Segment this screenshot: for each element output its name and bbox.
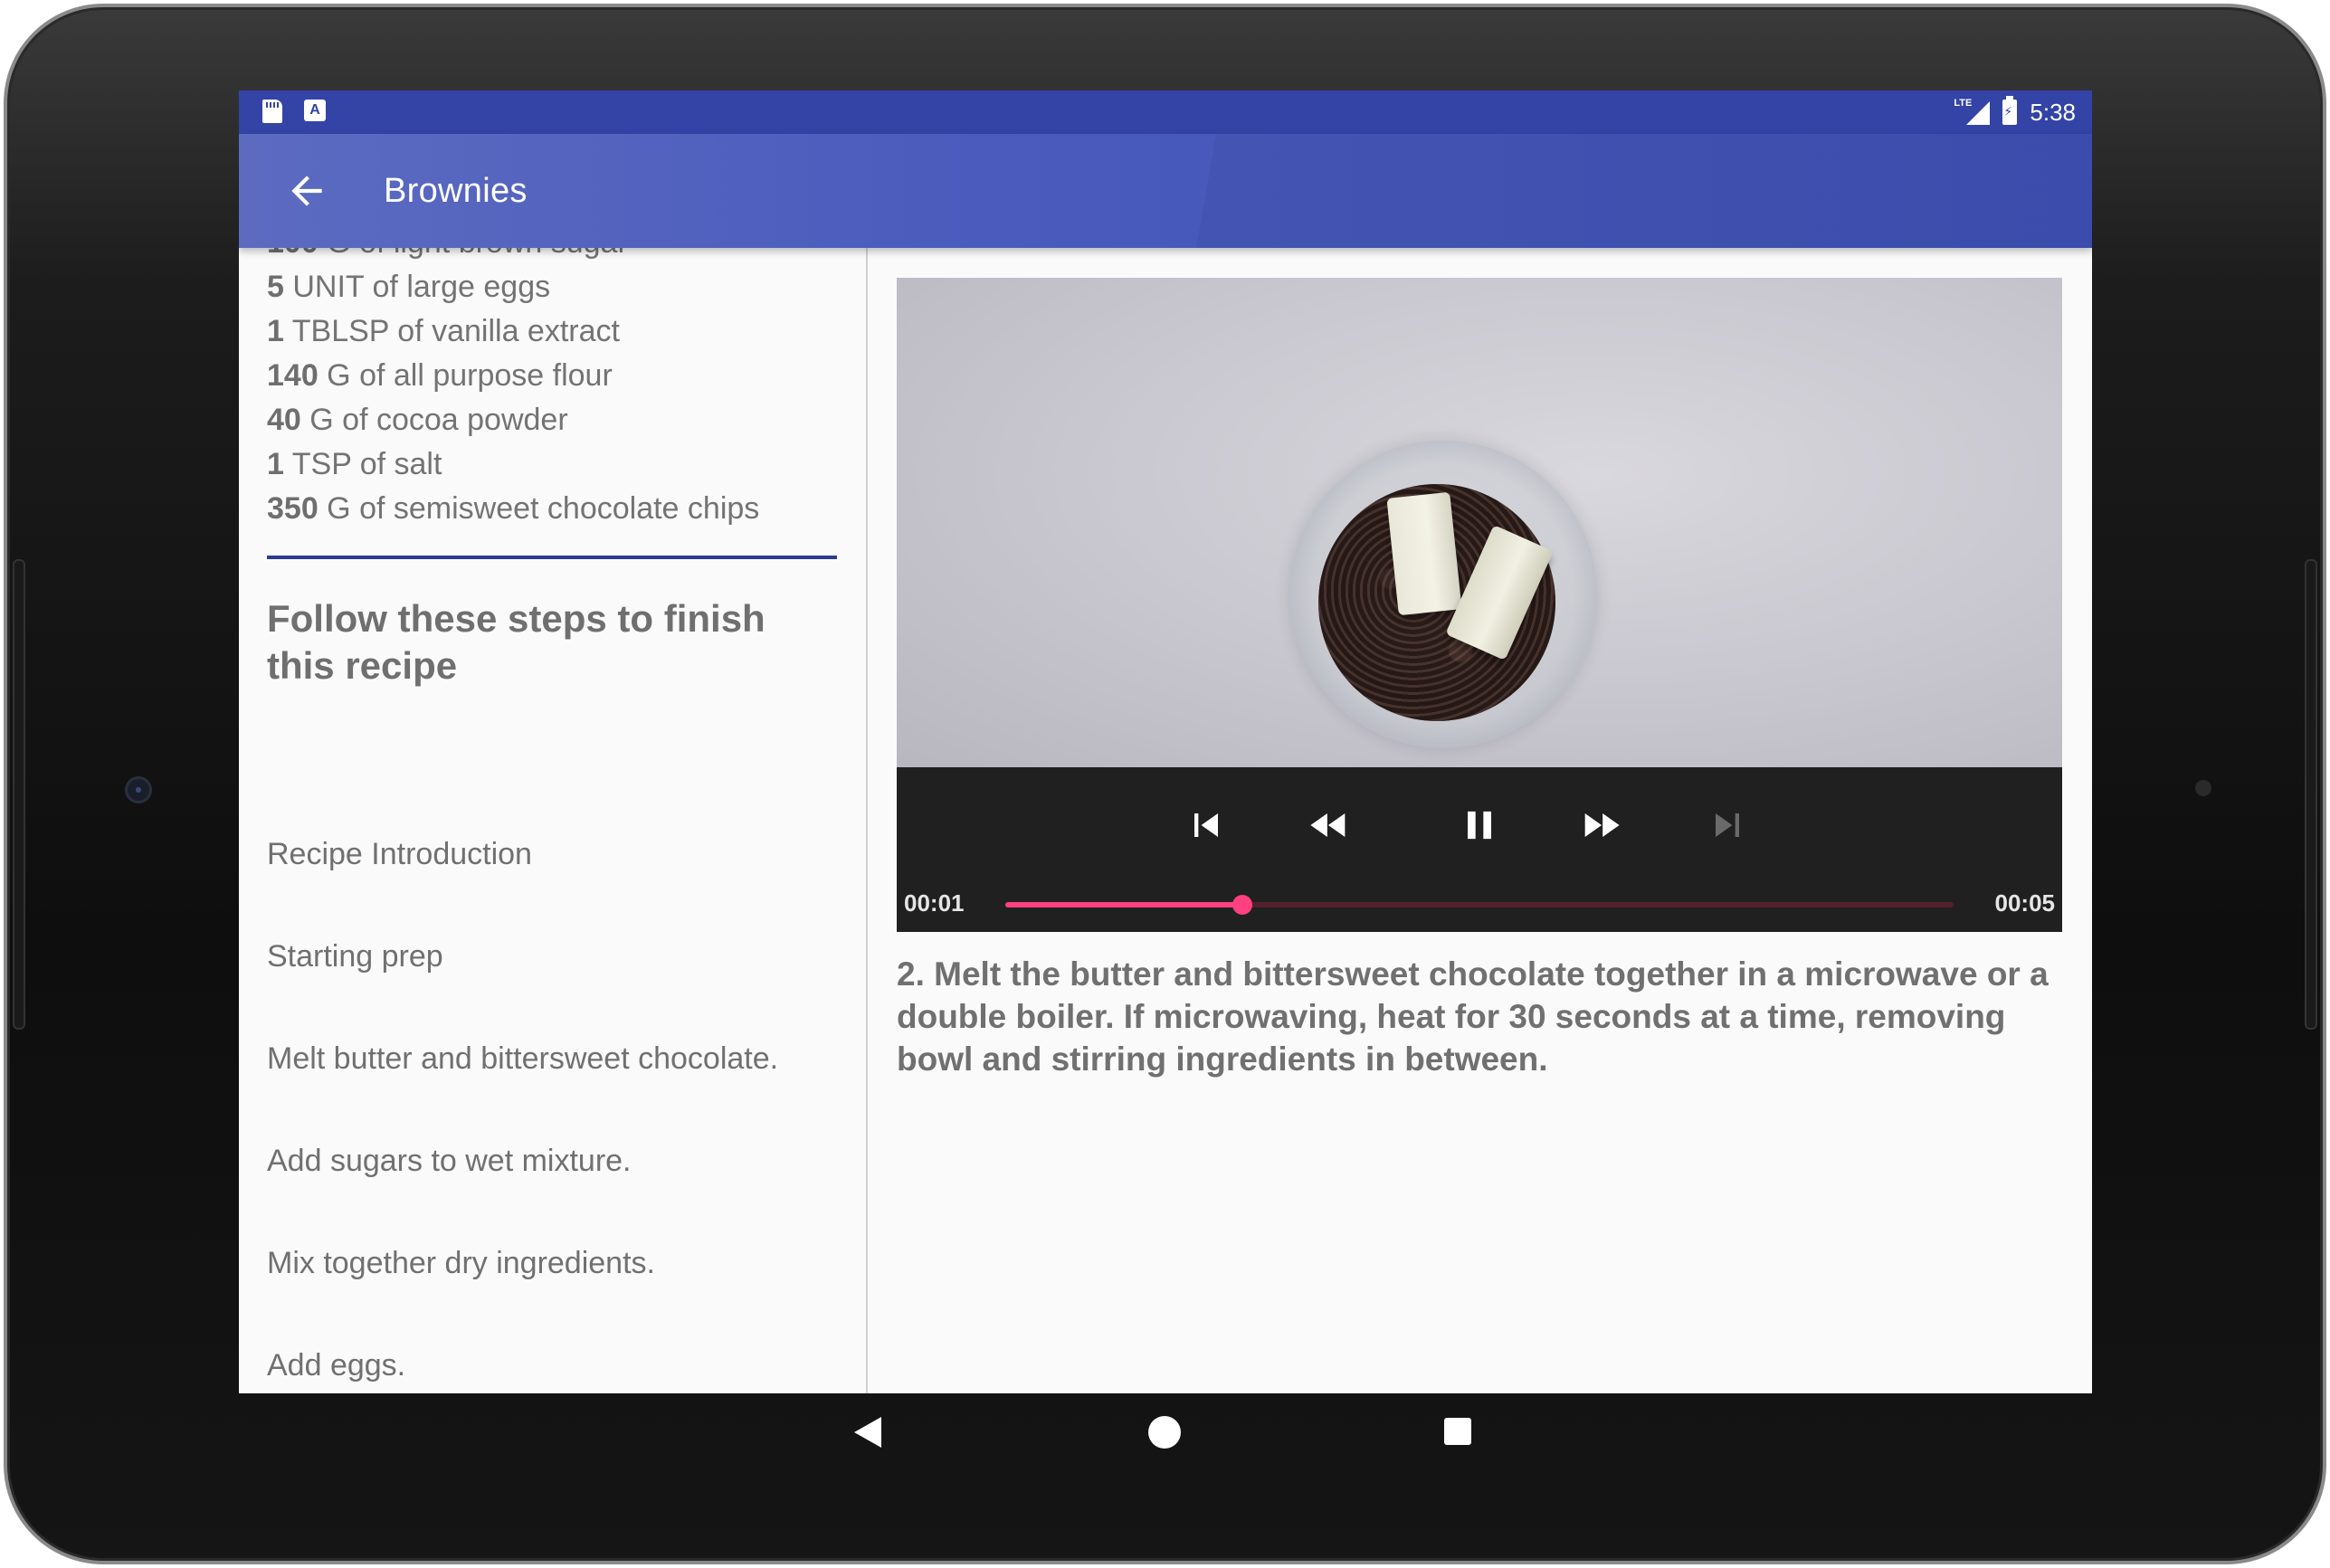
page-title: Brownies: [384, 172, 528, 210]
a-icon: A: [304, 100, 326, 121]
butter-stick-image: [1386, 491, 1462, 616]
steps-heading: Follow these steps to finish this recipe: [267, 597, 766, 687]
status-time: 5:38: [2030, 98, 2076, 126]
duration-time: 00:05: [1994, 889, 2056, 917]
front-camera: [125, 776, 152, 803]
video-frame[interactable]: [897, 278, 2062, 767]
fast-forward-button[interactable]: [1577, 802, 1624, 849]
ingredient-quantity: 100: [267, 248, 319, 260]
seek-bar[interactable]: [1005, 895, 1954, 915]
ingredient-quantity: 1: [267, 314, 284, 348]
nav-recents-icon[interactable]: [1444, 1418, 1471, 1445]
pause-button[interactable]: [1456, 802, 1503, 849]
sd-card-icon: [262, 100, 282, 123]
status-bar: A LTE 5:38: [239, 90, 2092, 134]
recipe-detail-list[interactable]: 100 G of light brown sugar5 UNIT of larg…: [239, 248, 866, 1393]
proximity-sensor: [2195, 780, 2211, 796]
ingredients-list: 100 G of light brown sugar5 UNIT of larg…: [267, 248, 759, 531]
ingredient-text: G of all purpose flour: [318, 358, 613, 393]
app-toolbar: Brownies: [239, 134, 2092, 248]
step-list-item[interactable]: Starting prep: [267, 938, 778, 1041]
ingredient-item: 350 G of semisweet chocolate chips: [267, 487, 759, 531]
ingredient-text: G of light brown sugar: [319, 248, 628, 260]
ingredient-item: 40 G of cocoa powder: [267, 398, 759, 442]
system-nav-bar: [239, 1393, 2092, 1478]
video-player[interactable]: 00:01 00:05: [897, 278, 2062, 932]
rewind-button[interactable]: [1306, 802, 1353, 849]
step-list-item[interactable]: Add eggs.: [267, 1347, 778, 1393]
ingredient-quantity: 1: [267, 447, 284, 481]
skip-previous-icon: [1194, 813, 1218, 837]
pause-icon: [1468, 811, 1491, 840]
arrow-back-icon: [291, 176, 322, 206]
player-controls: 00:01 00:05: [897, 767, 2062, 932]
ingredient-text: TSP of salt: [283, 447, 442, 481]
ingredient-item: 140 G of all purpose flour: [267, 354, 759, 398]
ingredient-quantity: 40: [267, 403, 301, 437]
ingredient-text: TBLSP of vanilla extract: [283, 314, 620, 348]
ingredient-item: 1 TBLSP of vanilla extract: [267, 309, 759, 354]
battery-charging-icon: [2002, 96, 2018, 125]
steps-list: Recipe Introduction Starting prep Melt but…: [267, 836, 778, 1393]
step-list-item[interactable]: Mix together dry ingredients.: [267, 1245, 778, 1347]
ingredient-item: 100 G of light brown sugar: [267, 248, 759, 265]
side-speaker-right: [2305, 559, 2317, 1030]
seek-thumb[interactable]: [1232, 895, 1252, 915]
lte-signal-icon: LTE: [1954, 98, 1991, 125]
ingredient-text: UNIT of large eggs: [283, 270, 551, 304]
fast-forward-icon: [1584, 813, 1620, 837]
nav-back-icon[interactable]: [854, 1417, 881, 1448]
side-speaker-left: [13, 559, 25, 1030]
nav-home-icon[interactable]: [1148, 1416, 1181, 1449]
ingredient-text: G of semisweet chocolate chips: [318, 491, 760, 526]
ingredient-quantity: 350: [267, 491, 319, 526]
step-list-item[interactable]: Melt butter and bittersweet chocolate.: [267, 1041, 778, 1143]
step-list-item[interactable]: Recipe Introduction: [267, 836, 778, 938]
current-time: 00:01: [904, 889, 965, 917]
section-divider: [267, 556, 837, 559]
skip-next-button[interactable]: [1704, 802, 1751, 849]
ingredient-quantity: 5: [267, 270, 284, 304]
rewind-icon: [1310, 813, 1346, 837]
step-description: 2. Melt the butter and bittersweet choco…: [897, 955, 2049, 1078]
step-list-item[interactable]: Add sugars to wet mixture.: [267, 1143, 778, 1245]
back-button[interactable]: [284, 168, 329, 214]
skip-previous-button[interactable]: [1183, 802, 1230, 849]
skip-next-icon: [1716, 813, 1739, 837]
app-screen: A LTE 5:38 Brownies 100 G of light brown…: [239, 90, 2092, 1393]
pane-divider: [866, 248, 868, 1393]
ingredient-item: 1 TSP of salt: [267, 442, 759, 487]
seek-progress: [1005, 902, 1242, 908]
ingredient-quantity: 140: [267, 358, 319, 393]
ingredient-item: 5 UNIT of large eggs: [267, 265, 759, 309]
ingredient-text: G of cocoa powder: [300, 403, 568, 437]
